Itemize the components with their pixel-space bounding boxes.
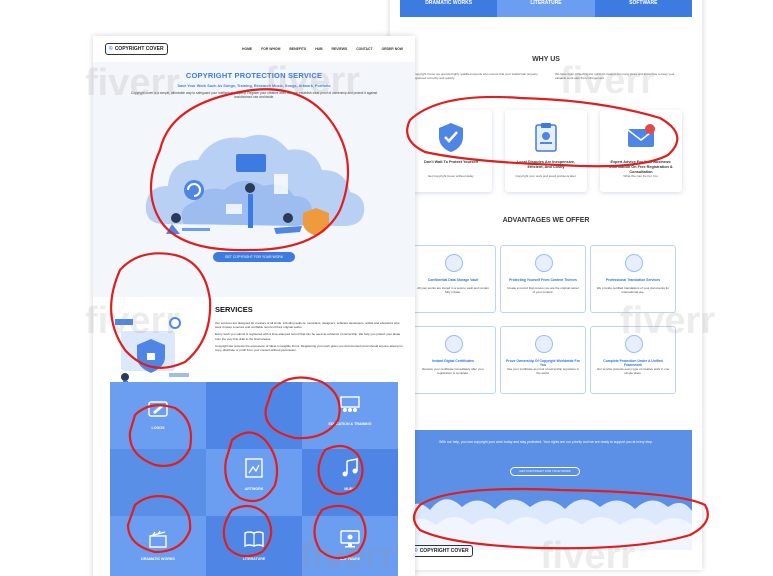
advantage-card: Prove Ownership Of Copyright Worldwide F… [500, 326, 586, 394]
why-card-title: Don't Wait To Protect Yourself [424, 160, 478, 164]
advantage-card: Instant Digital Certificates Receive you… [410, 326, 496, 394]
fiverr-watermark: fiverr [620, 300, 716, 342]
why-card: Local Disputes Are Inexpensive, Efficien… [505, 110, 587, 192]
hero-cta-button[interactable]: GET COPYRIGHT FOR YOUR WORK [213, 252, 295, 262]
fiverr-watermark: fiverr [560, 60, 656, 102]
advantage-desc: Create a record that proves you are the … [507, 286, 579, 294]
clapperboard-icon [149, 530, 167, 548]
right-page: DRAMATIC WORKS LITERATURE SOFTWARE WHY U… [390, 0, 702, 570]
vault-icon [445, 254, 463, 272]
why-card-desc: Get Copyright Cover without delay. [427, 174, 475, 178]
advantage-desc: Receive your certificate immediately aft… [422, 367, 484, 375]
category-blank [206, 382, 302, 449]
cloud-illustration [145, 134, 365, 236]
why-us-title: WHY US [532, 56, 560, 63]
category-education-training[interactable]: EDUCATION & TRAINING [302, 382, 398, 449]
category-label: EDUCATION & TRAINING [328, 422, 372, 426]
cta-section: With our help, you can copyright your wo… [400, 430, 692, 550]
services-paragraph: Every work you submit is registered with… [215, 332, 401, 341]
nav-link-order-now[interactable]: ORDER NOW [382, 47, 403, 51]
tab-literature[interactable]: LITERATURE [497, 0, 595, 17]
why-card-title: Expert Advice For Your Business: Informa… [609, 160, 673, 174]
footer-logo-text: COPYRIGHT COVER [419, 548, 469, 554]
translation-icon [625, 254, 643, 272]
fiverr-watermark: fiverr [85, 300, 181, 342]
category-label: LITERATURE [242, 557, 266, 561]
advantages-title: ADVANTAGES WE OFFER [502, 217, 590, 224]
fiverr-watermark: fiverr [265, 60, 361, 102]
shield-check-icon [439, 123, 463, 152]
advantage-title: Complete Protection Under A Unified Fram… [603, 359, 663, 367]
advantage-title: Confidential Data Storage Vault [427, 278, 479, 282]
nav-link-contact[interactable]: CONTACT [356, 47, 372, 51]
category-artwork[interactable]: ARTWORK [206, 449, 302, 516]
book-icon [244, 531, 264, 548]
tab-software[interactable]: SOFTWARE [594, 0, 692, 17]
site-logo[interactable]: © COPYRIGHT COVER [105, 43, 168, 55]
category-music[interactable]: MUSIC [302, 449, 398, 516]
user-shield-icon [535, 254, 553, 272]
services-body: Our services are designed for creators o… [215, 321, 403, 355]
advantage-desc: All your works are stored in a secure va… [417, 286, 489, 294]
nav-link-home[interactable]: HOME [242, 47, 252, 51]
footer-logo[interactable]: © COPYRIGHT COVER [410, 545, 473, 557]
easel-icon [245, 458, 263, 478]
site-logo-text: COPYRIGHT COVER [114, 46, 164, 52]
why-card: Expert Advice For Your Business: Informa… [600, 110, 682, 192]
advantage-title: Protecting Yourself From Content Thieves [509, 278, 577, 282]
category-tabs: DRAMATIC WORKS LITERATURE SOFTWARE [400, 0, 692, 17]
category-label: LOGOS [151, 426, 165, 430]
top-nav: © COPYRIGHT COVER HOME FOR WHOM BENEFITS … [93, 36, 415, 62]
fiverr-watermark: fiverr [300, 535, 396, 576]
cta-text: With our help, you can copyright your wo… [439, 440, 653, 444]
classroom-icon [340, 396, 360, 412]
fiverr-watermark: fiverr [85, 62, 181, 104]
category-blank [110, 449, 206, 516]
advantage-title: Prove Ownership Of Copyright Worldwide F… [506, 359, 580, 367]
nav-link-hub[interactable]: HUB [315, 47, 322, 51]
advantage-title: Professional Translation Services [605, 278, 661, 282]
copyright-logo-icon: © [109, 46, 113, 52]
nav-link-for-whom[interactable]: FOR WHOM [261, 47, 280, 51]
advantage-card: Protecting Yourself From Content Thieves… [500, 245, 586, 313]
certificate-icon [445, 335, 463, 353]
screenshot-canvas: DRAMATIC WORKS LITERATURE SOFTWARE WHY U… [0, 0, 773, 576]
tab-dramatic-works[interactable]: DRAMATIC WORKS [400, 0, 498, 17]
category-label: DRAMATIC WORKS [141, 557, 175, 561]
services-paragraph: Our services are designed for creators o… [215, 321, 400, 330]
envelope-icon [627, 124, 655, 147]
clipboard-icon [535, 123, 557, 152]
why-card-title: Local Disputes Are Inexpensive, Efficien… [516, 160, 576, 169]
fiverr-watermark: fiverr [540, 535, 636, 576]
category-literature[interactable]: LITERATURE [206, 516, 302, 576]
why-card-desc: What We Can Do For You. [623, 174, 659, 178]
cta-button[interactable]: GET COPYRIGHT FOR YOUR WORK [510, 467, 580, 476]
advantage-card: Confidential Data Storage Vault All your… [410, 245, 496, 313]
advantage-title: Instant Digital Certificates [432, 359, 474, 363]
why-card-desc: Copyright your work and avoid problems l… [515, 174, 577, 178]
category-dramatic-works[interactable]: DRAMATIC WORKS [110, 516, 206, 576]
nav-link-reviews[interactable]: REVIEWS [332, 47, 348, 51]
why-us-left-text: At Copyright Cover we provide highly qua… [410, 72, 538, 81]
advantage-desc: We provide certified translations of you… [596, 286, 670, 294]
advantage-desc: Use your certificate as proof of ownersh… [506, 367, 580, 375]
services-title: SERVICES [215, 305, 253, 314]
advantage-desc: Our service protects every type of creat… [596, 367, 670, 375]
nav-links: HOME FOR WHOM BENEFITS HUB REVIEWS CONTA… [242, 47, 403, 51]
copyright-icon [535, 335, 553, 353]
music-note-icon [342, 458, 358, 477]
pen-tool-icon [148, 401, 168, 417]
category-logos[interactable]: LOGOS [110, 382, 206, 449]
why-card: Don't Wait To Protect Yourself Get Copyr… [410, 110, 492, 192]
services-paragraph: Copyright law protects the expression of… [215, 343, 403, 353]
category-label: MUSIC [344, 487, 356, 491]
nav-link-benefits[interactable]: BENEFITS [289, 47, 306, 51]
category-label: ARTWORK [244, 487, 264, 491]
